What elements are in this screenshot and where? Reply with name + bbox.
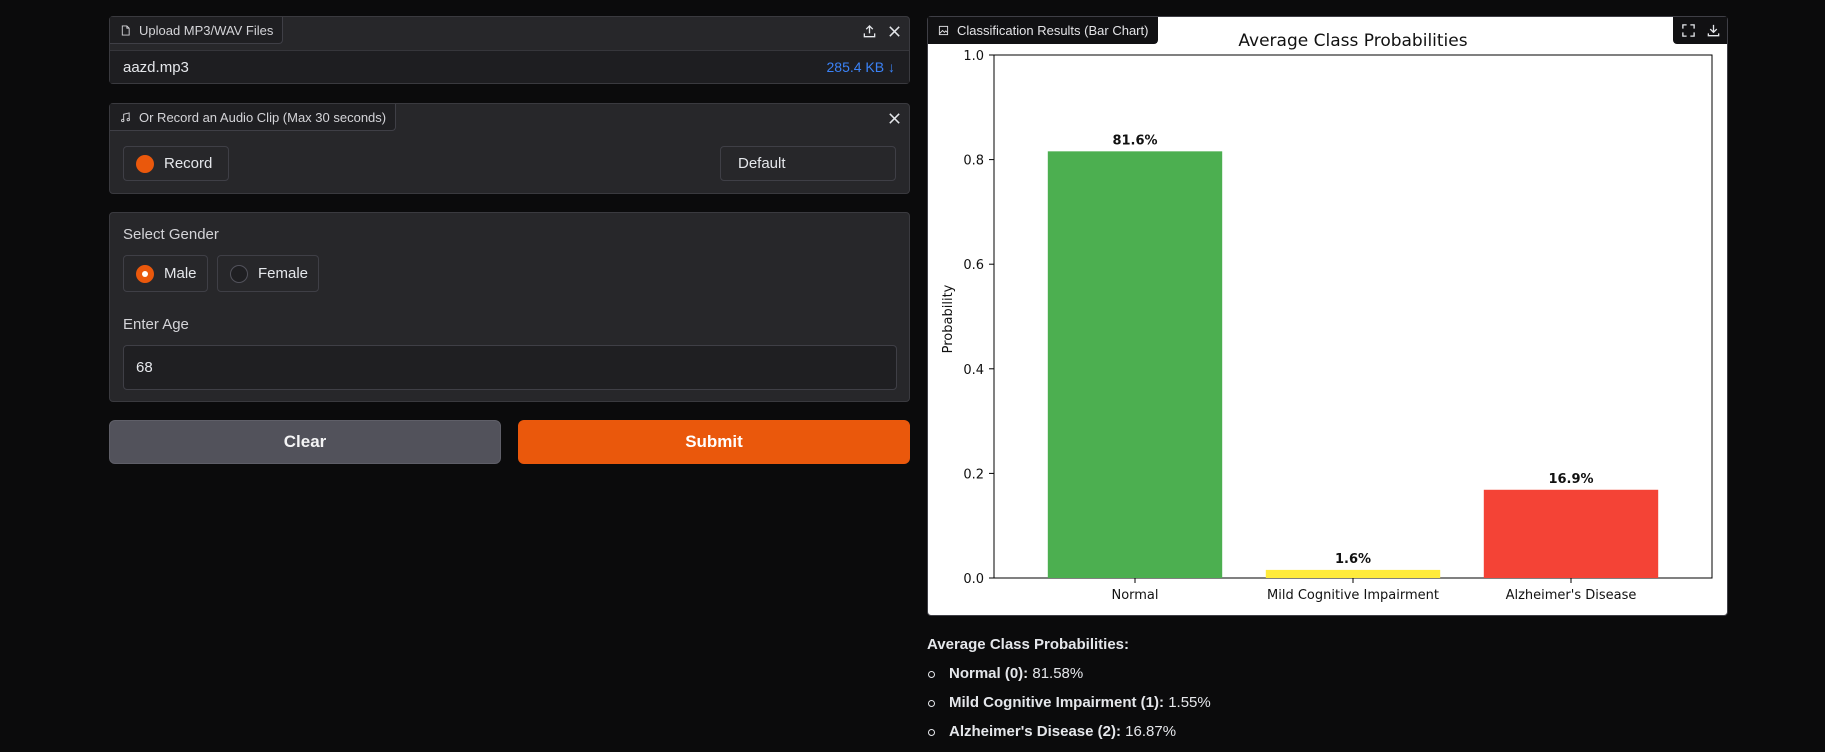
record-tag: Or Record an Audio Clip (Max 30 seconds) <box>110 104 397 131</box>
record-label: Or Record an Audio Clip (Max 30 seconds) <box>139 109 387 125</box>
gender-label: Select Gender <box>123 226 219 243</box>
x-tick-label: Mild Cognitive Impairment <box>1267 588 1439 603</box>
bar-value-label: 1.6% <box>1335 552 1371 567</box>
y-tick-label: 0.0 <box>963 572 984 587</box>
upload-panel: Upload MP3/WAV Files aazd.mp3 285.4 KB ↓ <box>109 16 910 84</box>
gender-radio-female[interactable]: Female <box>217 255 319 292</box>
radio-checked-icon <box>136 264 154 283</box>
x-tick-label: Normal <box>1111 588 1158 603</box>
record-button-label: Record <box>164 155 213 172</box>
y-tick-label: 0.2 <box>963 467 984 482</box>
submit-button[interactable]: Submit <box>518 420 910 464</box>
image-icon <box>938 25 949 35</box>
fullscreen-icon[interactable] <box>1676 19 1700 41</box>
chart-title: Average Class Probabilities <box>1238 31 1467 51</box>
download-icon[interactable] <box>1701 19 1725 41</box>
clear-button[interactable]: Clear <box>109 420 501 464</box>
summary-list: Normal (0): 81.58% Mild Cognitive Impair… <box>927 665 1211 742</box>
file-name: aazd.mp3 <box>123 58 189 76</box>
results-label: Classification Results (Bar Chart) <box>957 22 1149 38</box>
bar <box>1047 151 1223 578</box>
file-row: aazd.mp3 285.4 KB ↓ <box>110 50 909 83</box>
gender-option-label: Male <box>164 265 197 282</box>
bar-value-label: 16.9% <box>1548 472 1593 487</box>
list-item: Normal (0): 81.58% <box>927 665 1211 684</box>
file-size-download-link[interactable]: 285.4 KB ↓ <box>827 59 896 75</box>
record-panel: Or Record an Audio Clip (Max 30 seconds)… <box>109 103 910 194</box>
list-item: Mild Cognitive Impairment (1): 1.55% <box>927 694 1211 713</box>
chart-toolbar <box>1673 17 1727 44</box>
bar-value-label: 81.6% <box>1112 133 1157 148</box>
upload-icon[interactable] <box>857 20 881 42</box>
upload-label: Upload MP3/WAV Files <box>139 22 274 38</box>
radio-unchecked-icon <box>230 264 248 283</box>
x-tick-label: Alzheimer's Disease <box>1506 588 1637 603</box>
microphone-device-select[interactable]: Default <box>720 146 896 181</box>
file-icon <box>121 24 130 36</box>
close-icon[interactable] <box>882 107 906 129</box>
bar <box>1483 489 1659 578</box>
patient-form-panel: Select Gender Male Female Enter Age <box>109 212 910 402</box>
age-label: Enter Age <box>123 316 189 333</box>
y-tick-label: 0.6 <box>963 258 984 273</box>
close-icon[interactable] <box>882 20 906 42</box>
y-tick-label: 1.0 <box>963 49 984 64</box>
record-button[interactable]: Record <box>123 146 229 181</box>
y-axis-label: Probability <box>941 284 956 353</box>
results-chart-panel: Average Class Probabilities Probability … <box>927 16 1728 616</box>
record-dot-icon <box>136 154 154 173</box>
music-icon <box>121 111 130 122</box>
list-item: Alzheimer's Disease (2): 16.87% <box>927 723 1211 742</box>
probability-summary: Average Class Probabilities: Normal (0):… <box>927 636 1211 752</box>
gender-option-label: Female <box>258 265 309 282</box>
summary-title: Average Class Probabilities: <box>927 636 1130 653</box>
age-input[interactable] <box>123 345 897 390</box>
y-tick-label: 0.8 <box>963 154 984 169</box>
bar <box>1265 569 1441 578</box>
gender-radio-male[interactable]: Male <box>123 255 208 292</box>
y-tick-label: 0.4 <box>963 363 984 378</box>
bar-chart: Average Class Probabilities Probability … <box>941 31 1713 603</box>
upload-tag: Upload MP3/WAV Files <box>110 17 284 44</box>
results-tag: Classification Results (Bar Chart) <box>928 17 1159 44</box>
